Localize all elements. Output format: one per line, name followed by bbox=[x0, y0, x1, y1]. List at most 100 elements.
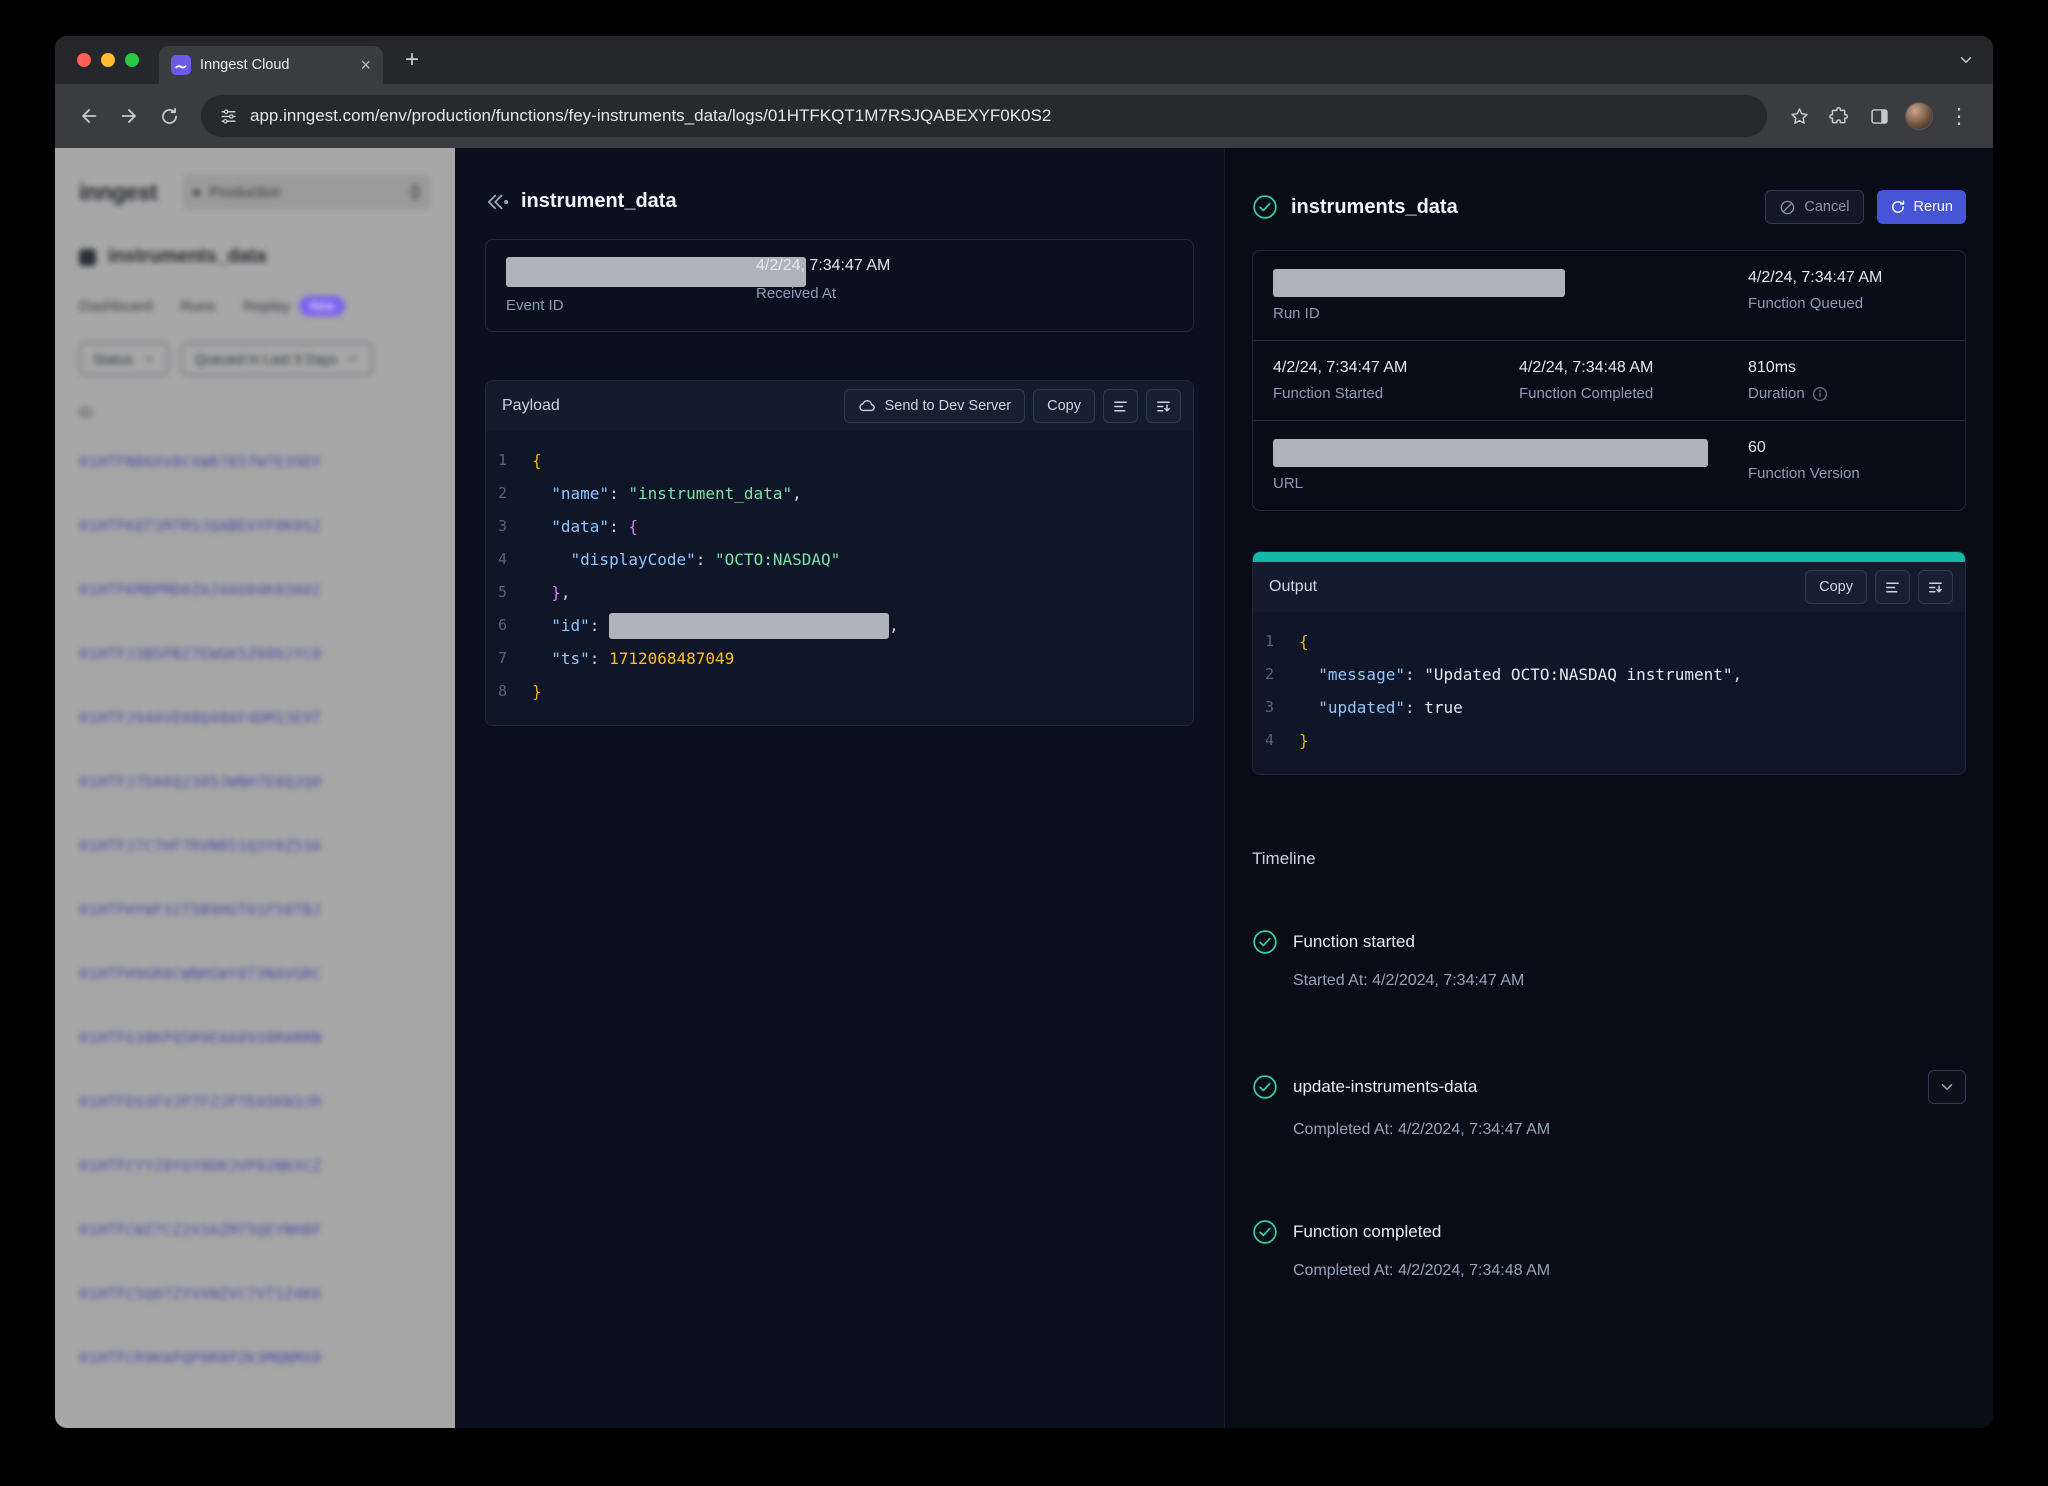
close-window-button[interactable] bbox=[77, 53, 91, 67]
line-number: 1 bbox=[486, 444, 532, 477]
run-id-item[interactable]: 01HTFKQT1M7RSJQABEXYF0K0S2 bbox=[79, 494, 431, 558]
payload-copy-button[interactable]: Copy bbox=[1033, 389, 1095, 423]
payload-wrap-lines-button[interactable] bbox=[1103, 389, 1138, 423]
environment-selector[interactable]: Production bbox=[183, 174, 431, 210]
run-id-item[interactable]: 01HTFJ3B5PBZ7EWGK5Z086JYC8 bbox=[79, 622, 431, 686]
code-line: 3 "updated": true bbox=[1253, 691, 1965, 724]
profile-avatar[interactable] bbox=[1899, 96, 1939, 136]
received-at-label: Received At bbox=[756, 285, 1173, 302]
line-number: 2 bbox=[486, 477, 532, 510]
code-token: : bbox=[609, 477, 628, 510]
browser-toolbar: app.inngest.com/env/production/functions… bbox=[55, 84, 1993, 148]
tab-runs[interactable]: Runs bbox=[180, 298, 215, 315]
url-text[interactable]: app.inngest.com/env/production/functions… bbox=[250, 106, 1051, 126]
line-number: 4 bbox=[486, 543, 532, 576]
run-id-item[interactable]: 01HTFJ94AVE08Q48AF4DM13E9T bbox=[79, 686, 431, 750]
minimize-window-button[interactable] bbox=[101, 53, 115, 67]
cloud-icon bbox=[858, 397, 877, 416]
rerun-button[interactable]: Rerun bbox=[1877, 190, 1967, 224]
timeline-item-label: Function completed bbox=[1293, 1222, 1441, 1242]
environment-name: Production bbox=[209, 184, 281, 201]
started-value: 4/2/24, 7:34:47 AM bbox=[1273, 359, 1479, 377]
url-bar[interactable]: app.inngest.com/env/production/functions… bbox=[201, 95, 1767, 137]
line-number: 1 bbox=[1253, 625, 1299, 658]
browser-tab[interactable]: Inngest Cloud × bbox=[159, 46, 383, 84]
run-id-item[interactable]: 01HTFCYYZ0YGY0DKJVP82NKXCZ bbox=[79, 1134, 431, 1198]
send-to-dev-server-button[interactable]: Send to Dev Server bbox=[844, 389, 1026, 423]
side-panel-icon[interactable] bbox=[1859, 96, 1899, 136]
sidebar-function-name: instruments_data bbox=[108, 246, 266, 268]
cancel-button[interactable]: Cancel bbox=[1765, 190, 1863, 224]
code-line: 3 "data": { bbox=[486, 510, 1193, 543]
code-token: "displayCode" bbox=[532, 543, 696, 576]
sidebar-blurred-content: inngest Production instrumen bbox=[55, 148, 455, 1390]
line-number: 8 bbox=[486, 675, 532, 708]
timeline-expand-button[interactable] bbox=[1928, 1070, 1966, 1104]
code-token: { bbox=[532, 444, 542, 477]
run-id-item[interactable]: 01HTFC5Q07ZYVXNZVC7VT1Z4K6 bbox=[79, 1262, 431, 1326]
run-id-item[interactable]: 01HTFKMBPMD0ZAJ4AG04K03A02 bbox=[79, 558, 431, 622]
event-icon bbox=[485, 192, 509, 212]
run-id-item[interactable]: 01HTFJ7C7HF7RVN051Q3Y0Z53A bbox=[79, 814, 431, 878]
event-id-label: Event ID bbox=[506, 297, 756, 314]
run-id-item[interactable]: 01HTFHYWF32T5B9HGT01F58TBJ bbox=[79, 878, 431, 942]
back-button[interactable] bbox=[69, 96, 109, 136]
run-id-list: 01HTFN86XV8CXW87857W7E39DY01HTFKQT1M7RSJ… bbox=[79, 430, 431, 1390]
duration-value: 810ms bbox=[1748, 359, 1945, 377]
run-id-item[interactable]: 01HTFCR9KAPQP0R8PZK3MQNMX8 bbox=[79, 1326, 431, 1390]
run-id-item[interactable]: 01HTFEG3FVJP7FZJP7EA5KN3JR bbox=[79, 1070, 431, 1134]
tab-replay[interactable]: Replay New bbox=[243, 296, 345, 316]
timeline-item: Function startedStarted At: 4/2/2024, 7:… bbox=[1252, 929, 1966, 990]
code-token: "Updated OCTO:NASDAQ instrument" bbox=[1424, 658, 1732, 691]
code-line: 5 }, bbox=[486, 576, 1193, 609]
run-id-item[interactable]: 01HTFN86XV8CXW87857W7E39DY bbox=[79, 430, 431, 494]
info-icon[interactable] bbox=[1812, 386, 1828, 402]
code-token: : bbox=[590, 642, 609, 675]
time-filter-dropdown[interactable]: Queued in Last 3 Days bbox=[181, 342, 373, 376]
output-expand-button[interactable] bbox=[1918, 570, 1953, 604]
tab-dashboard[interactable]: Dashboard bbox=[79, 298, 152, 315]
code-line: 4} bbox=[1253, 724, 1965, 757]
tab-search-chevron-icon[interactable] bbox=[1957, 51, 1975, 69]
chevron-down-icon bbox=[347, 353, 359, 365]
duration-label: Duration bbox=[1748, 385, 1805, 402]
page-content: inngest Production instrumen bbox=[55, 148, 1993, 1428]
tab-close-icon[interactable]: × bbox=[360, 56, 371, 74]
extensions-icon[interactable] bbox=[1819, 96, 1859, 136]
run-id-item[interactable]: 01HTFCWZ7CZ2X3AZM75QEYNH8F bbox=[79, 1198, 431, 1262]
tab-strip: Inngest Cloud × + bbox=[55, 36, 1993, 84]
code-token: , bbox=[561, 576, 571, 609]
run-panel: instruments_data Cancel Rerun Run ID bbox=[1225, 148, 1993, 1428]
lines-arrow-down-icon bbox=[1155, 398, 1172, 415]
function-icon bbox=[79, 249, 96, 266]
align-lines-icon bbox=[1112, 398, 1129, 415]
code-line: 1{ bbox=[486, 444, 1193, 477]
code-token: "data" bbox=[532, 510, 609, 543]
check-circle-icon bbox=[1252, 1219, 1278, 1245]
reload-button[interactable] bbox=[149, 96, 189, 136]
run-id-redacted-value bbox=[1273, 269, 1565, 297]
run-id-item[interactable]: 01HTFG38KPQ5R9EAA8938RARRN bbox=[79, 1006, 431, 1070]
success-accent-bar bbox=[1253, 552, 1965, 562]
payload-copy-label: Copy bbox=[1047, 398, 1081, 414]
code-token: : bbox=[590, 609, 609, 642]
code-token: "message" bbox=[1299, 658, 1405, 691]
zoom-window-button[interactable] bbox=[125, 53, 139, 67]
run-id-item[interactable]: 01HTFH9GR0CWNHSWY8T3NAVGRC bbox=[79, 942, 431, 1006]
site-settings-icon[interactable] bbox=[219, 107, 238, 126]
payload-expand-button[interactable] bbox=[1146, 389, 1181, 423]
browser-menu-kebab-icon[interactable]: ⋮ bbox=[1939, 96, 1979, 136]
completed-label: Function Completed bbox=[1519, 385, 1708, 402]
bookmark-star-icon[interactable] bbox=[1779, 96, 1819, 136]
payload-card: Payload Send to Dev Server Copy 1{2 "nam… bbox=[485, 380, 1194, 726]
selector-chevrons-icon bbox=[409, 182, 421, 202]
output-wrap-lines-button[interactable] bbox=[1875, 570, 1910, 604]
code-line: 4 "displayCode": "OCTO:NASDAQ" bbox=[486, 543, 1193, 576]
new-tab-button[interactable]: + bbox=[395, 43, 429, 77]
forward-button[interactable] bbox=[109, 96, 149, 136]
output-copy-button[interactable]: Copy bbox=[1805, 570, 1867, 604]
event-panel: instrument_data Event ID 4/2/24, 7:34:47… bbox=[455, 148, 1225, 1428]
sidebar: inngest Production instrumen bbox=[55, 148, 455, 1428]
run-id-item[interactable]: 01HTFJ7DA6Q2385JWNH7E8Q2Q0 bbox=[79, 750, 431, 814]
status-filter-dropdown[interactable]: Status bbox=[79, 342, 169, 376]
